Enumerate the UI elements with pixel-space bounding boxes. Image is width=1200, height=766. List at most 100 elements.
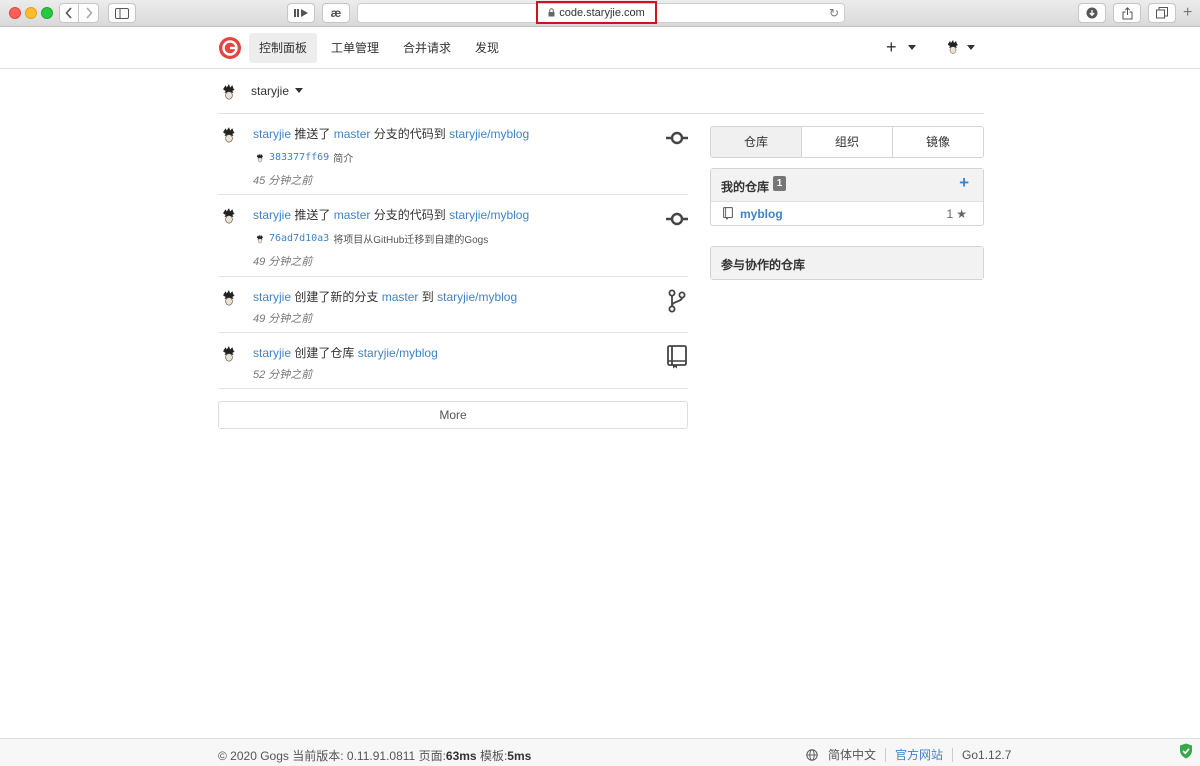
- extension-button[interactable]: æ: [322, 3, 350, 23]
- download-icon: [1086, 7, 1098, 19]
- feed-avatar[interactable]: [220, 207, 238, 225]
- nav-explore[interactable]: 发现: [465, 33, 509, 63]
- feed-user-link[interactable]: staryjie: [253, 290, 291, 304]
- my-repos-header: 我的仓库 1 +: [711, 169, 983, 201]
- footer-divider: [885, 747, 887, 762]
- repo-type-tabs: 仓库 组织 镜像: [710, 126, 984, 158]
- feed-verb: 创建了仓库: [294, 346, 355, 360]
- tab-mirrors[interactable]: 镜像: [892, 127, 983, 157]
- repo-count-badge: 1: [773, 176, 786, 191]
- tabs-icon: [1156, 7, 1168, 19]
- commit-author-avatar: [256, 153, 264, 162]
- add-repo-icon[interactable]: +: [959, 173, 969, 193]
- feed-item: staryjie 创建了新的分支 master 到 staryjie/myblo…: [218, 277, 688, 333]
- repo-name-link[interactable]: myblog: [740, 207, 783, 221]
- footer-version: 0.11.91.0811: [346, 749, 416, 763]
- feed-repo-link[interactable]: staryjie/myblog: [437, 290, 517, 304]
- footer-page-label: 页面:: [418, 749, 446, 763]
- commit-sha-link[interactable]: 76ad7d10a3: [269, 233, 329, 244]
- more-button[interactable]: More: [218, 401, 688, 429]
- collab-repos-box: 参与协作的仓库: [710, 246, 984, 280]
- tab-organizations[interactable]: 组织: [801, 127, 892, 157]
- feed-avatar[interactable]: [220, 289, 238, 307]
- forward-button[interactable]: [79, 3, 99, 23]
- footer-copyright: © 2020 Gogs: [218, 749, 289, 763]
- repo-stars: 1 ★: [947, 207, 967, 221]
- commit-icon: [666, 131, 688, 145]
- feed-line: staryjie 创建了仓库 staryjie/myblog: [253, 344, 438, 361]
- repo-icon: [723, 207, 733, 220]
- language-selector[interactable]: 简体中文: [828, 746, 876, 763]
- sidebar-toggle-button[interactable]: [108, 3, 136, 23]
- share-button[interactable]: [1113, 3, 1141, 23]
- feed-verb: 创建了新的分支: [294, 290, 379, 304]
- browser-toolbar: æ code.staryjie.com ↻ +: [0, 0, 1200, 27]
- feed-line: staryjie 推送了 master 分支的代码到 staryjie/mybl…: [253, 206, 529, 223]
- feed-commit: 76ad7d10a3 将项目从GitHub迁移到自建的Gogs: [255, 231, 488, 246]
- new-tab-icon[interactable]: +: [1183, 5, 1192, 21]
- site-header: 控制面板 工单管理 合并请求 发现 +: [0, 27, 1200, 69]
- create-dropdown-caret-icon[interactable]: [908, 45, 916, 50]
- feed-time: 49 分钟之前: [253, 256, 313, 268]
- feed-repo-link[interactable]: staryjie/myblog: [449, 208, 529, 222]
- commit-sha-link[interactable]: 383377ff69: [269, 152, 329, 163]
- footer-info: © 2020 Gogs 当前版本: 0.11.91.0811 页面:63ms 模…: [218, 747, 531, 764]
- nav-dashboard[interactable]: 控制面板: [249, 33, 318, 63]
- feed-verb: 推送了: [294, 127, 331, 141]
- repo-list-item[interactable]: myblog 1 ★: [711, 201, 983, 225]
- minimize-window-button[interactable]: [25, 7, 37, 19]
- chevron-left-icon: [65, 7, 72, 19]
- feed-verb: 推送了: [294, 208, 331, 222]
- feed-time: 45 分钟之前: [253, 175, 313, 187]
- feed-item: staryjie 推送了 master 分支的代码到 staryjie/mybl…: [218, 114, 688, 195]
- feed-mid-text: 到: [421, 290, 434, 304]
- feed-avatar[interactable]: [220, 126, 238, 144]
- my-repos-box: 我的仓库 1 + myblog 1 ★: [710, 168, 984, 226]
- feed-branch-link[interactable]: master: [334, 208, 371, 222]
- globe-icon: [806, 748, 818, 761]
- star-count: 1: [946, 207, 954, 221]
- commit-message: 简介: [333, 154, 354, 165]
- downloads-button[interactable]: [1078, 3, 1106, 23]
- feed-commit: 383377ff69 简介: [255, 150, 353, 165]
- gogs-logo-icon[interactable]: [218, 36, 242, 60]
- context-caret-icon: [295, 88, 303, 93]
- feed-user-link[interactable]: staryjie: [253, 346, 291, 360]
- feed-user-link[interactable]: staryjie: [253, 127, 291, 141]
- back-button[interactable]: [59, 3, 79, 23]
- collab-repos-title: 参与协作的仓库: [721, 258, 806, 272]
- feed-repo-link[interactable]: staryjie/myblog: [358, 346, 438, 360]
- tabs-overview-button[interactable]: [1148, 3, 1176, 23]
- commit-author-avatar: [256, 234, 264, 243]
- feed-time: 52 分钟之前: [253, 369, 313, 381]
- lock-icon: [548, 8, 555, 17]
- sidebar-icon: [115, 7, 129, 19]
- feed-user-link[interactable]: staryjie: [253, 208, 291, 222]
- star-icon: ★: [956, 207, 967, 221]
- close-window-button[interactable]: [9, 7, 21, 19]
- address-bar[interactable]: code.staryjie.com ↻: [357, 1, 845, 24]
- feed-avatar[interactable]: [220, 345, 238, 363]
- create-new-icon[interactable]: +: [886, 37, 897, 57]
- url-text: code.staryjie.com: [559, 6, 645, 19]
- shield-check-icon[interactable]: [1179, 743, 1193, 759]
- user-menu-caret-icon[interactable]: [967, 45, 975, 50]
- zoom-window-button[interactable]: [41, 7, 53, 19]
- reader-button[interactable]: [287, 3, 315, 23]
- tab-repositories[interactable]: 仓库: [711, 127, 801, 157]
- feed-item: staryjie 创建了仓库 staryjie/myblog 52 分钟之前: [218, 333, 688, 389]
- reload-icon[interactable]: ↻: [829, 6, 839, 20]
- user-avatar[interactable]: [945, 39, 961, 55]
- activity-feed: staryjie 推送了 master 分支的代码到 staryjie/mybl…: [218, 114, 688, 389]
- share-icon: [1122, 6, 1132, 19]
- feed-branch-link[interactable]: master: [334, 127, 371, 141]
- my-repos-title: 我的仓库: [721, 180, 770, 194]
- feed-repo-link[interactable]: staryjie/myblog: [449, 127, 529, 141]
- nav-pull-requests[interactable]: 合并请求: [393, 33, 461, 63]
- footer-divider: [952, 747, 954, 762]
- go-version: Go1.12.7: [962, 747, 1012, 762]
- context-switcher[interactable]: staryjie: [218, 80, 984, 114]
- nav-issues[interactable]: 工单管理: [321, 33, 389, 63]
- official-website-link[interactable]: 官方网站: [895, 746, 943, 763]
- feed-branch-link[interactable]: master: [382, 290, 419, 304]
